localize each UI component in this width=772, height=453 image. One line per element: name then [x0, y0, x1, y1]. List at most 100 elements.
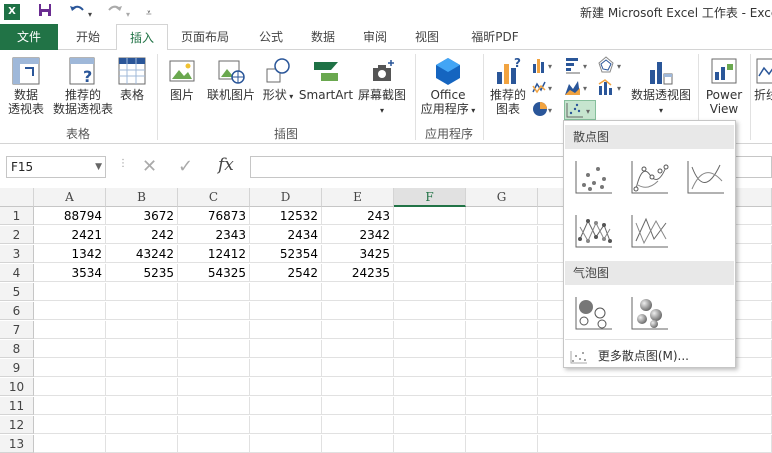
- grid-cell[interactable]: [250, 340, 322, 358]
- row-header[interactable]: 4: [0, 264, 34, 282]
- grid-cell[interactable]: [34, 340, 106, 358]
- grid-cell[interactable]: [178, 435, 250, 453]
- grid-cell[interactable]: 2342: [322, 226, 394, 244]
- confirm-formula-icon[interactable]: ✓: [178, 156, 193, 177]
- pivot-chart-button[interactable]: 数据透视图 ▾: [628, 56, 694, 118]
- column-header-g[interactable]: G: [466, 188, 538, 207]
- scatter-smooth-lines-option[interactable]: [684, 155, 728, 199]
- grid-cell[interactable]: [106, 302, 178, 320]
- select-all-corner[interactable]: [0, 188, 34, 207]
- grid-cell[interactable]: [250, 283, 322, 301]
- grid-cell[interactable]: 2343: [178, 226, 250, 244]
- grid-cell[interactable]: [106, 321, 178, 339]
- smartart-button[interactable]: SmartArt: [298, 56, 354, 102]
- undo-dropdown-icon[interactable]: ▾: [88, 6, 92, 24]
- combo-chart-button[interactable]: ▾: [598, 78, 626, 98]
- row-header[interactable]: 12: [0, 416, 34, 434]
- area-chart-button[interactable]: ▾: [564, 78, 592, 98]
- name-box[interactable]: F15 ▼: [6, 156, 106, 178]
- grid-cell[interactable]: [394, 321, 466, 339]
- tab-review[interactable]: 审阅: [352, 24, 398, 50]
- scatter-straight-lines-option[interactable]: [628, 209, 672, 253]
- row-header[interactable]: 1: [0, 207, 34, 225]
- grid-cell[interactable]: [466, 264, 538, 282]
- grid-cell[interactable]: [178, 340, 250, 358]
- row-header[interactable]: 3: [0, 245, 34, 263]
- grid-cell[interactable]: [394, 416, 466, 434]
- tab-view[interactable]: 视图: [404, 24, 450, 50]
- bar-chart-button[interactable]: ▾: [564, 56, 592, 76]
- line-chart-button[interactable]: ▾: [532, 78, 558, 98]
- grid-cell[interactable]: [34, 378, 106, 396]
- grid-cell[interactable]: [178, 321, 250, 339]
- grid-cell[interactable]: [34, 435, 106, 453]
- scatter-smooth-lines-markers-option[interactable]: [628, 155, 672, 199]
- tab-data[interactable]: 数据: [300, 24, 346, 50]
- grid-cell[interactable]: [250, 302, 322, 320]
- grid-cell[interactable]: [394, 435, 466, 453]
- shapes-button[interactable]: 形状 ▾: [260, 56, 296, 104]
- grid-cell[interactable]: 54325: [178, 264, 250, 282]
- grid-cell[interactable]: [178, 302, 250, 320]
- grid-cell[interactable]: [106, 435, 178, 453]
- row-header[interactable]: 10: [0, 378, 34, 396]
- grid-cell[interactable]: [466, 245, 538, 263]
- grid-cell[interactable]: [466, 302, 538, 320]
- grid-cell[interactable]: [466, 416, 538, 434]
- pie-chart-button[interactable]: ▾: [532, 100, 558, 120]
- grid-cell[interactable]: [538, 435, 772, 453]
- insert-function-icon[interactable]: fx: [218, 155, 234, 175]
- grid-cell[interactable]: [466, 283, 538, 301]
- row-header[interactable]: 9: [0, 359, 34, 377]
- grid-cell[interactable]: 3672: [106, 207, 178, 225]
- grid-cell[interactable]: [250, 435, 322, 453]
- grid-cell[interactable]: [250, 416, 322, 434]
- grid-cell[interactable]: [34, 416, 106, 434]
- grid-cell[interactable]: [394, 302, 466, 320]
- row-header[interactable]: 8: [0, 340, 34, 358]
- grid-cell[interactable]: [466, 359, 538, 377]
- grid-cell[interactable]: 3425: [322, 245, 394, 263]
- cancel-formula-icon[interactable]: ✕: [142, 156, 157, 177]
- grid-cell[interactable]: [322, 283, 394, 301]
- grid-cell[interactable]: 12532: [250, 207, 322, 225]
- grid-cell[interactable]: 2421: [34, 226, 106, 244]
- grid-cell[interactable]: [250, 321, 322, 339]
- tab-formulas[interactable]: 公式: [248, 24, 294, 50]
- grid-cell[interactable]: 242: [106, 226, 178, 244]
- grid-cell[interactable]: [466, 435, 538, 453]
- tab-home[interactable]: 开始: [62, 24, 114, 50]
- grid-cell[interactable]: [106, 397, 178, 415]
- bubble-chart-option[interactable]: [572, 291, 616, 335]
- row-header[interactable]: 6: [0, 302, 34, 320]
- grid-cell[interactable]: [322, 359, 394, 377]
- grid-cell[interactable]: [34, 397, 106, 415]
- grid-cell[interactable]: [250, 359, 322, 377]
- grid-cell[interactable]: [322, 340, 394, 358]
- grid-cell[interactable]: [394, 207, 466, 225]
- redo-dropdown-icon[interactable]: ▾: [126, 6, 130, 24]
- grid-cell[interactable]: [394, 378, 466, 396]
- grid-cell[interactable]: [538, 397, 772, 415]
- row-header[interactable]: 13: [0, 435, 34, 453]
- grid-cell[interactable]: 12412: [178, 245, 250, 263]
- grid-cell[interactable]: [322, 435, 394, 453]
- sparkline-line-button[interactable]: 折线: [754, 56, 772, 102]
- grid-cell[interactable]: [466, 226, 538, 244]
- power-view-button[interactable]: Power View: [702, 56, 746, 116]
- undo-icon[interactable]: [68, 3, 86, 22]
- scatter-straight-lines-markers-option[interactable]: [572, 209, 616, 253]
- office-apps-button[interactable]: Office 应用程序 ▾: [418, 56, 478, 118]
- grid-cell[interactable]: [250, 397, 322, 415]
- grid-cell[interactable]: [322, 378, 394, 396]
- column-header-d[interactable]: D: [250, 188, 322, 207]
- grid-cell[interactable]: [178, 397, 250, 415]
- grid-cell[interactable]: 5235: [106, 264, 178, 282]
- column-header-f[interactable]: F: [394, 188, 466, 207]
- column-header-e[interactable]: E: [322, 188, 394, 207]
- grid-cell[interactable]: 24235: [322, 264, 394, 282]
- formula-bar-splitter-icon[interactable]: ⋮: [118, 158, 128, 169]
- grid-cell[interactable]: [178, 378, 250, 396]
- grid-cell[interactable]: [322, 302, 394, 320]
- grid-cell[interactable]: [106, 416, 178, 434]
